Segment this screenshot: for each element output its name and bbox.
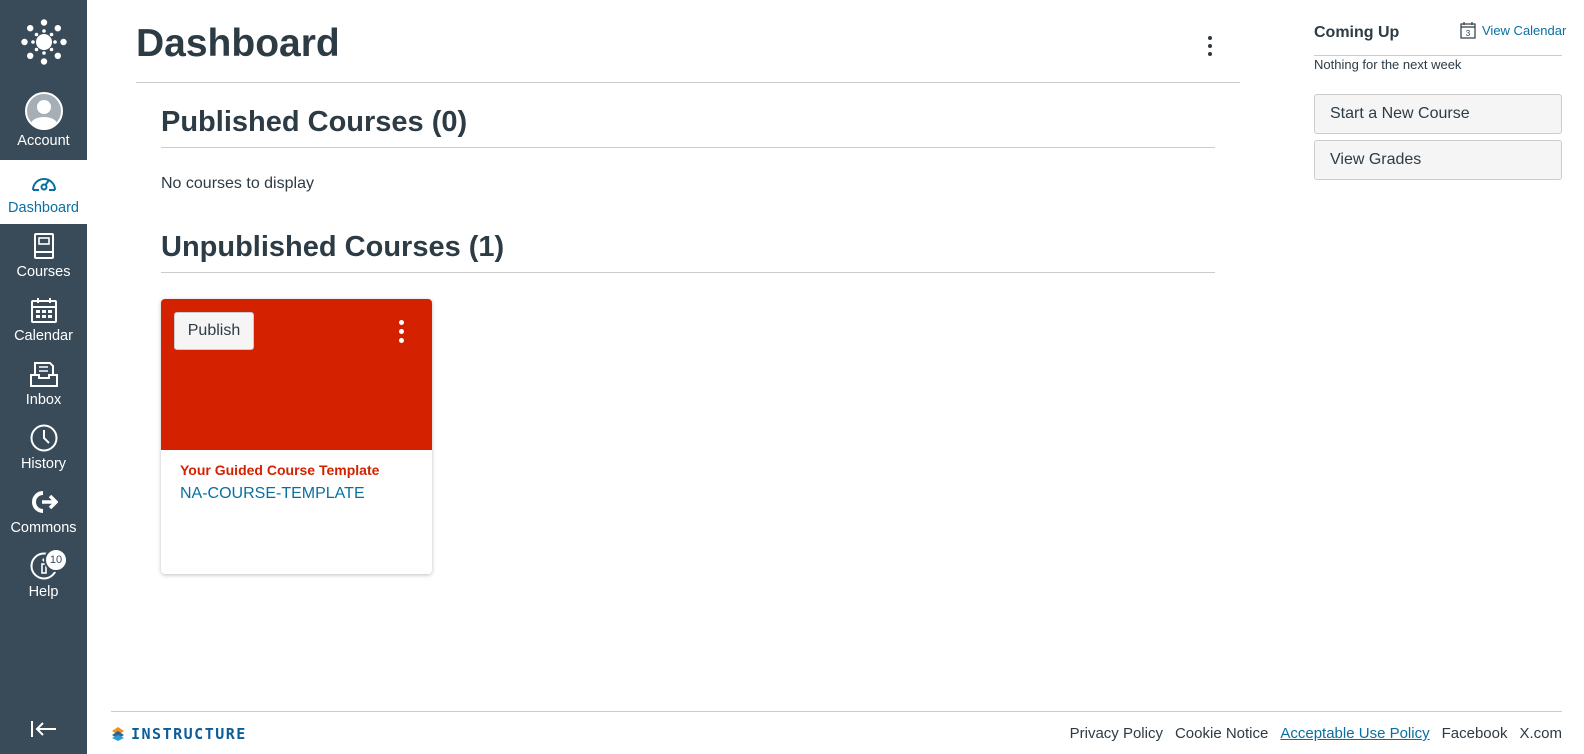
facebook-link[interactable]: Facebook <box>1442 725 1508 742</box>
avatar <box>24 92 63 130</box>
commons-icon <box>30 487 58 517</box>
kebab-dot <box>398 337 404 343</box>
section-divider <box>161 272 1215 273</box>
nav-label-history: History <box>20 456 67 472</box>
global-navigation: Account Dashboard Courses Calendar Inbox… <box>0 0 87 754</box>
view-calendar-link[interactable]: 3 View Calendar <box>1460 21 1566 39</box>
canvas-logo[interactable] <box>0 0 87 84</box>
nav-item-dashboard[interactable]: Dashboard <box>0 160 87 224</box>
instructure-logo-text: INSTRUCTURE <box>131 725 247 743</box>
kebab-dot <box>1208 52 1212 56</box>
acceptable-use-policy-link[interactable]: Acceptable Use Policy <box>1280 725 1429 742</box>
kebab-dot <box>1208 44 1212 48</box>
help-count-badge: 10 <box>44 548 68 572</box>
course-card-options-button[interactable] <box>389 315 413 347</box>
nav-label-commons: Commons <box>10 520 77 536</box>
collapse-arrow-icon <box>30 721 56 737</box>
calendar-icon <box>30 295 57 325</box>
nav-label-account: Account <box>17 133 70 149</box>
coming-up-divider <box>1314 55 1562 56</box>
nav-item-calendar[interactable]: Calendar <box>0 288 87 352</box>
footer-divider <box>111 711 1562 712</box>
nav-item-inbox[interactable]: Inbox <box>0 352 87 416</box>
unpublished-courses-heading: Unpublished Courses (1) <box>161 231 505 263</box>
calendar-day-number: 3 <box>1466 29 1471 38</box>
clock-icon <box>30 423 58 453</box>
course-card: Publish Your Guided Course Template NA-C… <box>161 299 432 574</box>
courses-icon <box>32 231 56 261</box>
user-avatar-icon <box>24 92 63 130</box>
start-new-course-button[interactable]: Start a New Course <box>1314 94 1562 134</box>
privacy-policy-link[interactable]: Privacy Policy <box>1070 725 1163 742</box>
inbox-icon <box>29 359 58 389</box>
nav-label-courses: Courses <box>16 264 71 280</box>
nav-item-commons[interactable]: Commons <box>0 480 87 544</box>
published-courses-heading: Published Courses (0) <box>161 106 468 138</box>
calendar-day-icon: 3 <box>1460 22 1476 39</box>
publish-button[interactable]: Publish <box>174 312 254 350</box>
kebab-dot <box>1208 36 1212 40</box>
nav-label-inbox: Inbox <box>25 392 62 408</box>
nav-label-dashboard: Dashboard <box>8 200 79 216</box>
nav-label-calendar: Calendar <box>14 328 73 344</box>
section-divider <box>161 147 1215 148</box>
view-calendar-label: View Calendar <box>1482 22 1567 38</box>
coming-up-heading: Coming Up <box>1314 24 1400 41</box>
collapse-nav-button[interactable] <box>0 712 87 746</box>
title-divider <box>136 82 1240 83</box>
x-link[interactable]: X.com <box>1519 725 1562 742</box>
instructure-logo-icon <box>112 727 124 741</box>
page-title: Dashboard <box>136 22 340 65</box>
canvas-logo-icon <box>20 19 67 65</box>
course-card-code[interactable]: NA-COURSE-TEMPLATE <box>180 485 365 503</box>
no-courses-text: No courses to display <box>161 175 314 192</box>
nav-label-help: Help <box>28 584 59 600</box>
dashboard-options-menu-button[interactable] <box>1198 32 1222 60</box>
cookie-notice-link[interactable]: Cookie Notice <box>1175 725 1268 742</box>
nothing-upcoming-text: Nothing for the next week <box>1314 57 1462 72</box>
nav-item-history[interactable]: History <box>0 416 87 480</box>
nav-item-courses[interactable]: Courses <box>0 224 87 288</box>
view-grades-button[interactable]: View Grades <box>1314 140 1562 180</box>
kebab-dot <box>398 319 404 325</box>
dashboard-icon <box>30 167 58 197</box>
instructure-logo[interactable]: INSTRUCTURE <box>111 725 247 743</box>
nav-item-account[interactable]: Account <box>0 84 87 160</box>
kebab-dot <box>398 328 404 334</box>
course-card-title[interactable]: Your Guided Course Template <box>180 462 379 478</box>
footer-links: Privacy Policy Cookie Notice Acceptable … <box>1070 725 1562 742</box>
nav-item-help[interactable]: Help 10 <box>0 544 87 608</box>
